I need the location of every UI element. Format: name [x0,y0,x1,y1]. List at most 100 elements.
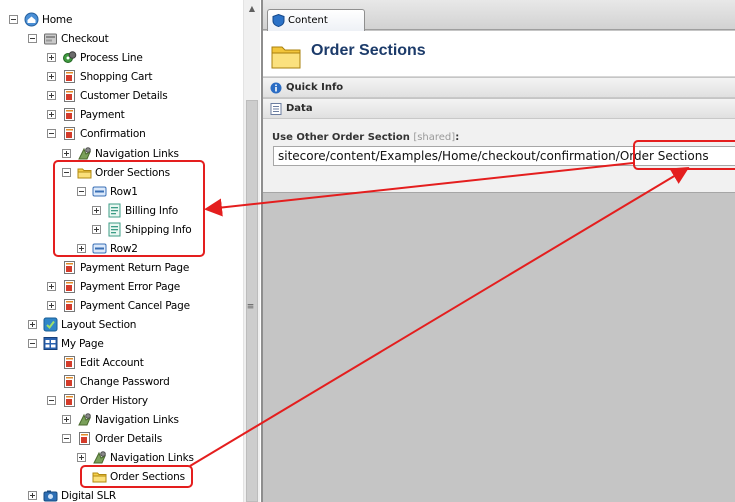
navigation-links-icon [77,146,92,161]
tree-item-navigation-links[interactable]: Navigation Links [62,410,179,429]
page-icon [62,279,77,294]
field-label-colon: : [455,132,460,143]
page-icon [77,431,92,446]
collapse-icon[interactable] [47,396,56,405]
section-data[interactable]: Data [263,99,735,119]
tree-scrollbar[interactable]: ▲ [243,0,260,502]
collapse-icon[interactable] [28,34,37,43]
page-icon [62,393,77,408]
collapse-icon[interactable] [9,15,18,24]
splitter-grip-icon[interactable]: ≡ [246,302,255,312]
tree-item-shopping-cart[interactable]: Shopping Cart [47,67,152,86]
scroll-thumb[interactable] [246,100,258,502]
page-title: Order Sections [311,42,426,59]
tree-item-label: Navigation Links [95,413,179,426]
content-editor: Content Order Sections Quick Info Data U… [261,0,735,502]
collapse-icon[interactable] [47,129,56,138]
checkout-icon [43,31,58,46]
item-header: Order Sections [263,31,735,77]
expand-icon[interactable] [28,491,37,500]
section-title: Quick Info [286,82,344,93]
tree-item-label: Payment Return Page [80,261,190,274]
tree-item-label: Customer Details [80,89,168,102]
tree-item-label: Home [42,13,73,26]
tree-item-label: Order History [80,394,148,407]
tab-content[interactable]: Content [267,9,365,31]
my-page-icon [43,336,58,351]
tree-item-label: Change Password [80,375,170,388]
tree-item-label: Digital SLR [61,489,117,502]
tree-item-checkout[interactable]: Checkout [28,29,109,48]
annotation-box-tree-order-sections [53,160,205,257]
tree-item-payment-return-page[interactable]: Payment Return Page [47,258,189,277]
tree-item-order-history[interactable]: Order History [47,391,148,410]
collapse-icon[interactable] [62,434,71,443]
tree-item-label: Confirmation [80,127,146,140]
expand-icon[interactable] [47,72,56,81]
page-icon [62,374,77,389]
expand-icon[interactable] [62,149,71,158]
tree-item-payment[interactable]: Payment [47,105,125,124]
page-icon [62,69,77,84]
collapse-icon[interactable] [28,339,37,348]
tree-item-label: Layout Section [61,318,137,331]
annotation-box-field-value [633,140,735,170]
page-icon [62,88,77,103]
expand-icon[interactable] [77,453,86,462]
annotation-box-tree-selected-item [80,465,193,488]
tree-item-home[interactable]: Home [9,10,72,29]
tree-item-label: Payment [80,108,125,121]
tree-item-label: Process Line [80,51,143,64]
tree-item-label: Shopping Cart [80,70,153,83]
layout-section-icon [43,317,58,332]
page-icon [62,298,77,313]
tree-item-my-page[interactable]: My Page [28,334,104,353]
tree-item-label: Checkout [61,32,109,45]
field-label-text: Use Other Order Section [272,132,410,143]
navigation-links-icon [77,412,92,427]
tree-item-payment-error-page[interactable]: Payment Error Page [47,277,180,296]
shared-tag: [shared] [413,132,456,143]
tree-item-label: Payment Error Page [80,280,181,293]
expand-icon[interactable] [62,415,71,424]
expand-icon[interactable] [47,53,56,62]
tree-item-customer-details[interactable]: Customer Details [47,86,168,105]
tree-item-process-line[interactable]: Process Line [47,48,143,67]
tree-item-change-password[interactable]: Change Password [47,372,170,391]
tree-item-layout-section[interactable]: Layout Section [28,315,136,334]
tree-item-digital-slr[interactable]: Digital SLR [28,486,116,502]
tab-label: Content [288,15,328,26]
data-section-icon [270,102,282,115]
page-icon [62,260,77,275]
content-tab-icon [272,14,285,27]
navigation-links-icon [92,450,107,465]
folder-icon [270,40,302,70]
tree-item-payment-cancel-page[interactable]: Payment Cancel Page [47,296,190,315]
scroll-up-icon[interactable]: ▲ [244,0,260,17]
tree-item-label: Payment Cancel Page [80,299,190,312]
tree-item-edit-account[interactable]: Edit Account [47,353,144,372]
expand-icon[interactable] [47,282,56,291]
section-quick-info[interactable]: Quick Info [263,78,735,98]
field-label: Use Other Order Section [shared]: [272,132,459,143]
page-icon [62,107,77,122]
expand-icon[interactable] [47,110,56,119]
tree-item-label: Edit Account [80,356,144,369]
tree-item-label: Navigation Links [110,451,194,464]
expand-icon[interactable] [47,301,56,310]
camera-icon [43,488,58,502]
tree-item-confirmation[interactable]: Confirmation [47,124,146,143]
tree-item-label: Navigation Links [95,147,179,160]
section-title: Data [286,103,313,114]
tree-item-label: My Page [61,337,104,350]
tree-item-label: Order Details [95,432,162,445]
process-line-icon [62,50,77,65]
tree-item-order-details[interactable]: Order Details [62,429,162,448]
expand-icon[interactable] [28,320,37,329]
page-icon [62,126,77,141]
info-icon [270,82,282,94]
expand-icon[interactable] [47,91,56,100]
page-icon [62,355,77,370]
tab-strip: Content [263,0,735,31]
home-icon [24,12,39,27]
